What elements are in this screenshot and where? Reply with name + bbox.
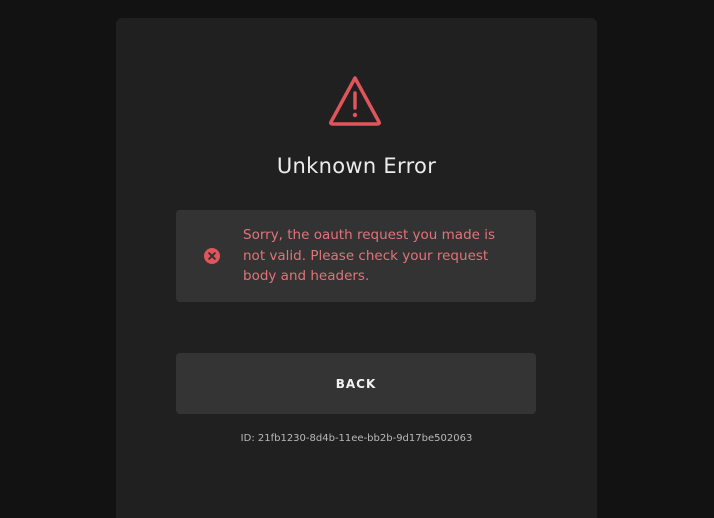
- back-button[interactable]: BACK: [176, 353, 536, 414]
- error-message-text: Sorry, the oauth request you made is not…: [243, 227, 496, 284]
- request-id: ID: 21fb1230-8d4b-11ee-bb2b-9d17be502063: [240, 433, 473, 444]
- error-message-box: Sorry, the oauth request you made is not…: [176, 210, 536, 302]
- warning-triangle-icon: [329, 76, 381, 126]
- page-title: Unknown Error: [276, 154, 437, 178]
- error-x-circle-icon: [204, 248, 220, 264]
